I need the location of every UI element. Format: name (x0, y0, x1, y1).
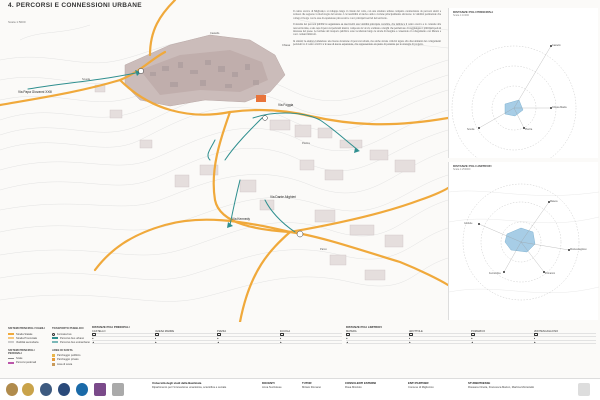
distance-rings-nearby: Matera Grottole Montescaglioso Pomarico … (449, 183, 599, 301)
svg-text:Chiesa: Chiesa (282, 43, 291, 47)
footer-tutor: TUTOR Miriam Romano (302, 381, 321, 389)
table-nearby: DISTANZE POLI LIMITROFI MATERA GROTTOLE … (346, 325, 596, 345)
legend-item: Percorsi pedonali (16, 361, 37, 365)
footer-consulenti: CONSULENTI ESTERNI Rosa Micciolo (345, 381, 377, 389)
svg-text:Scuola: Scuola (82, 77, 90, 81)
footer-enti: ENTI PARTNER Comune di Miglionico (408, 381, 434, 389)
ring-pin-label: Ferrandina (489, 272, 501, 275)
footer-university: Università degli studi della Basilicata … (152, 381, 227, 389)
bus-stop-icon[interactable] (138, 68, 144, 74)
legend-item: Area di sosta (57, 362, 73, 366)
legend-title: SISTEMI PRINCIPALI PEDONALI (8, 348, 35, 355)
legend-column: SISTEMI PRINCIPALI VIABILI Strada Statal… (8, 327, 48, 365)
distance-tables: DISTANZE POLI PRINCIPALI CASTELLO CHIESA… (92, 325, 597, 373)
table-title: DISTANZE POLI LIMITROFI (346, 325, 382, 329)
legend-item: Percorso bus urbano (60, 336, 85, 340)
table-main: DISTANZE POLI PRINCIPALI CASTELLO CHIESA… (92, 325, 342, 345)
footer-studenti: STUDENTI/ESSE Rossana Orsola, Francesca … (468, 381, 535, 389)
legend-item: Strada Provinciale (16, 336, 38, 340)
bus-icon (154, 333, 159, 336)
ring-pin-label: Chiesa Madre (552, 106, 568, 109)
legend-item: Fermata bus (57, 332, 72, 336)
description-text: Il centro storico di Miglionico si svilu… (293, 10, 441, 50)
poster-board: 4. PERCORSI E CONNESSIONI URBANE Scala 1… (0, 0, 600, 400)
svg-text:Parco: Parco (320, 247, 327, 251)
bus-icon (279, 333, 284, 336)
bus-icon (346, 333, 350, 336)
logo-icon (6, 383, 18, 396)
svg-text:Piazza: Piazza (302, 141, 310, 145)
bus-stop-icon[interactable] (262, 115, 268, 121)
legend-title: SISTEMI PRINCIPALI VIABILI (8, 327, 45, 330)
logo-icon (76, 383, 88, 396)
text-paragraph: In sintesi, le analisi evidenziano una b… (293, 39, 441, 47)
ring-pin-label: Grottole (464, 222, 473, 225)
castle-marker[interactable] (256, 95, 266, 102)
ring-pin-label: Matera (550, 200, 558, 203)
logo-icon (58, 383, 70, 396)
legend-item: Parcheggio privato (57, 358, 79, 362)
logo-icon (94, 383, 106, 396)
table-row: ▲ ▲ ▲ ▲ (92, 341, 342, 345)
ring-pin-label: Scuola (467, 128, 475, 131)
text-paragraph: Il sistema dei percorsi pubblici è organ… (293, 23, 441, 37)
footer: Università degli studi della Basilicata … (0, 378, 600, 400)
logo-icon (40, 383, 52, 396)
ring-pin-label: Montescaglioso (570, 248, 587, 251)
legend-title: TRASPORTO PUBBLICO (52, 327, 84, 330)
legend-item: Percorso bus extraurbano (60, 340, 90, 344)
ring-pin-label: Piazza (525, 128, 533, 131)
bus-icon (92, 333, 96, 336)
bus-icon (408, 333, 413, 336)
street-label-kennedy: Via Kennedy (232, 217, 250, 221)
ring-pin-label: Pomarico (545, 272, 556, 275)
distance-rings-main: Castello Chiesa Madre Piazza Scuola (451, 44, 577, 158)
bus-icon (217, 333, 221, 336)
logo-icon (578, 383, 590, 396)
footer-docenti: DOCENTI Anna Nuzzolese (262, 381, 282, 389)
text-paragraph: Il centro storico di Miglionico si svilu… (293, 10, 441, 20)
legend-item: Scale (16, 357, 23, 361)
legend-item: Parcheggio pubblico (57, 354, 81, 358)
legend-item: Strada Statale (16, 332, 33, 336)
legend-title: AREE DI SOSTA (52, 348, 73, 352)
table-title: DISTANZE POLI PRINCIPALI (92, 325, 130, 329)
bus-icon (471, 333, 475, 336)
svg-text:Castello: Castello (210, 31, 220, 35)
logo-icon (22, 383, 34, 396)
bus-icon (533, 333, 538, 336)
bus-stop-icon[interactable] (296, 230, 304, 238)
street-label-alighieri: Via Dante Alighieri (270, 195, 296, 199)
legend-column: TRASPORTO PUBBLICO Fermata bus Percorso … (52, 327, 94, 366)
ring-pin-label: Castello (552, 44, 561, 47)
panel-nearby-distances: DISTANZE POLI LIMITROFI Scala 1:250000 M… (448, 162, 599, 320)
panel-main-distances: DISTANZE POLI PRINCIPALI Scala 1:10000 C… (448, 8, 598, 158)
street-label-melfi: Via Papa Giovanni XXIII (18, 90, 52, 94)
street-label-foggia: Via Foggia (278, 103, 293, 107)
table-row: ▲ ▲ ▲ ▲ (346, 341, 596, 345)
historic-center (124, 34, 286, 107)
legend-item: Viabilità secondaria (16, 340, 39, 344)
logo-icon (112, 383, 124, 396)
